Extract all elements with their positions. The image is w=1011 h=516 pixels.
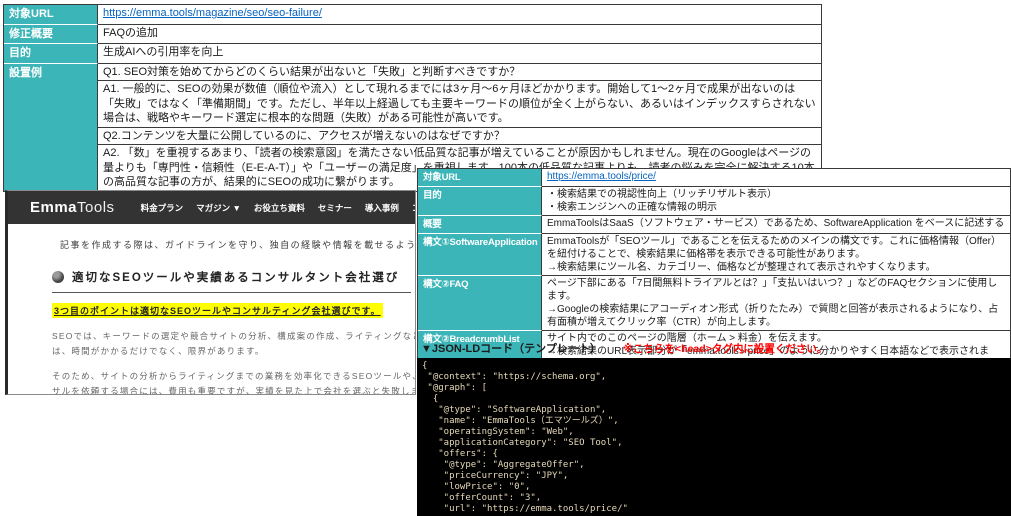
site-nav-menu: 料金プラン マガジン ▼ お役立ち資料 セミナー 導入事例 コンテンツ無料診断 bbox=[141, 202, 415, 214]
site-article-content: 記事を作成する際は、ガイドラインを守り、独自の経験や情報を載せるようにしましょう… bbox=[8, 224, 416, 395]
jsonld-title: ▼JSON-LDコード（テンプレート） bbox=[421, 343, 601, 355]
price-url-link[interactable]: https://emma.tools/price/ bbox=[547, 171, 656, 182]
purpose-cell: 生成AIへの引用率を向上 bbox=[98, 44, 821, 64]
example-a1-cell: A1. 一般的に、SEOの効果が数値（順位や流入）として現れるまでには3ヶ月～6… bbox=[98, 81, 821, 128]
row-label-syntax2-faq: 構文②FAQ bbox=[418, 276, 542, 331]
row-label-syntax1-softwareapplication: 構文①SoftwareApplication bbox=[418, 234, 542, 276]
emmatools-site-screenshot: EmmaTools 料金プラン マガジン ▼ お役立ち資料 セミナー 導入事例 … bbox=[5, 190, 416, 395]
article-heading: 適切なSEOツールや実績あるコンサルタント会社選び bbox=[52, 269, 411, 293]
seo-failure-table: 対象URL https://emma.tools/magazine/seo/se… bbox=[3, 4, 822, 192]
jsonld-placement-note: ※こちらを<head>タグ内に設置ください。 bbox=[622, 343, 828, 355]
nav-item-pricing[interactable]: 料金プラン bbox=[141, 202, 184, 214]
article-paragraph-2: そのため、サイトの分析からライティングまでの業務を効率化できるSEOツールや、業… bbox=[52, 371, 415, 395]
target-url-link[interactable]: https://emma.tools/magazine/seo/seo-fail… bbox=[103, 7, 322, 19]
article-paragraph-1: SEOでは、キーワードの選定や競合サイトの分析、構成案の作成、ライティングなどい… bbox=[52, 331, 415, 356]
emmatools-logo[interactable]: EmmaTools bbox=[30, 199, 115, 216]
site-navbar: EmmaTools 料金プラン マガジン ▼ お役立ち資料 セミナー 導入事例 … bbox=[8, 191, 415, 224]
nav-item-resources[interactable]: お役立ち資料 bbox=[254, 202, 305, 214]
row-label-target-url-2: 対象URL bbox=[418, 169, 542, 187]
jsonld-code-block: { "@context": "https://schema.org", "@gr… bbox=[417, 358, 1011, 516]
target-url-2-cell: https://emma.tools/price/ bbox=[542, 169, 1010, 187]
example-q1-cell: Q1. SEO対策を始めてからどのくらい結果が出ないと「失敗」と判断すべきですか… bbox=[98, 63, 821, 81]
purpose-2-cell: ・検索結果での視認性向上（リッチリザルト表示） ・検索エンジンへの正確な情報の明… bbox=[542, 187, 1010, 216]
fix-overview-cell: FAQの追加 bbox=[98, 24, 821, 44]
row-label-target-url: 対象URL bbox=[4, 5, 98, 25]
nav-item-free-diagnosis[interactable]: コンテンツ無料診断 bbox=[412, 202, 415, 214]
row-label-purpose: 目的 bbox=[4, 44, 98, 64]
syntax2-cell: ページ下部にある「7日間無料トライアルとは？」「支払いはいつ？」などのFAQセク… bbox=[542, 276, 1010, 331]
nav-item-case-studies[interactable]: 導入事例 bbox=[365, 202, 399, 214]
target-url-cell: https://emma.tools/magazine/seo/seo-fail… bbox=[98, 5, 821, 25]
example-q2-cell: Q2.コンテンツを大量に公開しているのに、アクセスが増えないのはなぜですか？ bbox=[98, 127, 821, 145]
logo-tools: Tools bbox=[77, 199, 115, 216]
summary-cell: EmmaToolsはSaaS（ソフトウェア・サービス）であるため、Softwar… bbox=[542, 216, 1010, 234]
nav-item-magazine[interactable]: マガジン ▼ bbox=[196, 202, 241, 214]
row-label-purpose-2: 目的 bbox=[418, 187, 542, 216]
article-intro-text: 記事を作成する際は、ガイドラインを守り、独自の経験や情報を載せるようにしましょう… bbox=[60, 240, 416, 250]
jsonld-section-header: ▼JSON-LDコード（テンプレート） ※こちらを<head>タグ内に設置ください… bbox=[421, 340, 827, 356]
syntax1-cell: EmmaToolsが「SEOツール」であることを伝えるためのメインの構文です。こ… bbox=[542, 234, 1010, 276]
memo-icon bbox=[52, 271, 64, 283]
nav-item-seminar[interactable]: セミナー bbox=[318, 202, 352, 214]
row-label-fix-overview: 修正概要 bbox=[4, 24, 98, 44]
highlighted-point-text: 3つ目のポイントは適切なSEOツールやコンサルティング会社選びです。 bbox=[52, 303, 383, 318]
row-label-examples: 設置例 bbox=[4, 63, 98, 191]
article-heading-text: 適切なSEOツールや実績あるコンサルタント会社選び bbox=[72, 272, 400, 284]
jsonld-code-text: { "@context": "https://schema.org", "@gr… bbox=[422, 361, 628, 514]
logo-emma: Emma bbox=[30, 199, 78, 216]
row-label-summary: 概要 bbox=[418, 216, 542, 234]
